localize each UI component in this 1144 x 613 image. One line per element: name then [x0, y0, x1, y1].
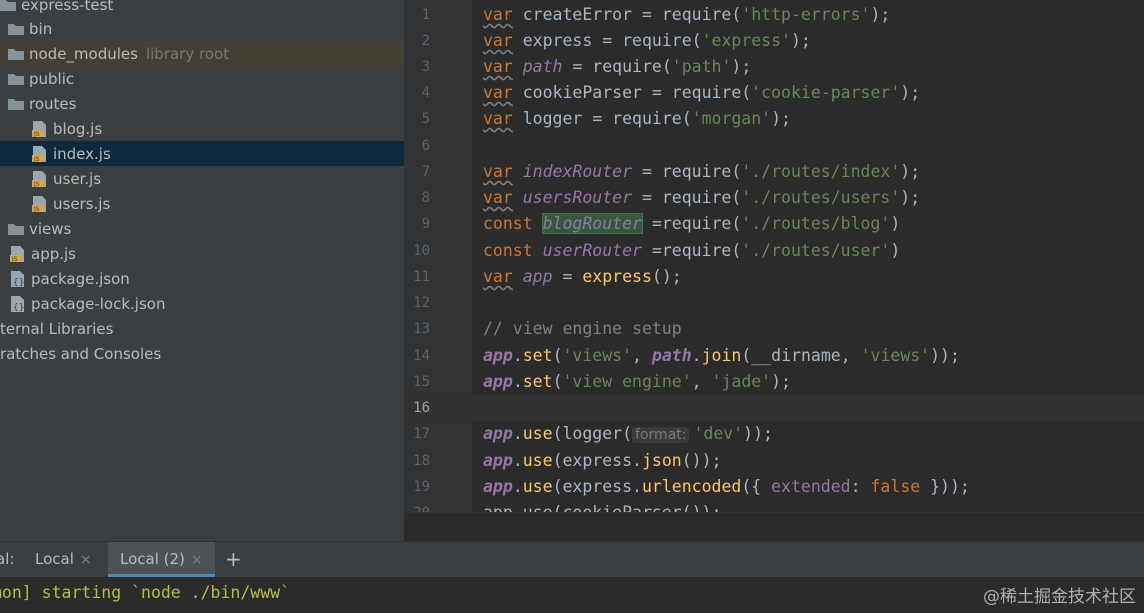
- tree-item-package-json[interactable]: {} package.json: [0, 266, 404, 291]
- code-line-17: app.use(logger(format:'dev'));: [483, 424, 773, 443]
- folder-icon: [8, 22, 24, 35]
- line-number: 9: [421, 216, 430, 232]
- folder-icon: [8, 97, 24, 110]
- tree-item-views[interactable]: views: [0, 216, 404, 241]
- line-number: 19: [413, 479, 430, 495]
- code-line-4: var cookieParser = require('cookie-parse…: [483, 83, 921, 102]
- code-line-13: // view engine setup: [483, 319, 682, 338]
- terminal-label: al:: [0, 550, 15, 568]
- line-number: 4: [421, 85, 430, 101]
- code-line-2: var express = require('express');: [483, 31, 811, 50]
- svg-text:{}: {}: [13, 278, 24, 288]
- tree-item-external-libraries[interactable]: ternal Libraries: [0, 316, 404, 341]
- add-terminal-button[interactable]: +: [225, 542, 242, 577]
- js-file-icon: JS: [30, 145, 48, 163]
- close-icon[interactable]: ×: [191, 552, 203, 568]
- line-number-gutter: 1 2 3 4 5 6 7 8 9 10 11 12 13 14 15 16 1…: [404, 0, 472, 512]
- code-line-9: const blogRouter =require('./routes/blog…: [483, 213, 901, 234]
- tree-item-users-js[interactable]: JS users.js: [0, 191, 404, 216]
- line-number: 12: [413, 295, 430, 311]
- svg-text:JS: JS: [33, 206, 40, 213]
- folder-icon: [8, 47, 24, 60]
- tab-local[interactable]: Local ×: [35, 542, 92, 577]
- line-number: 3: [421, 59, 430, 75]
- line-number: 5: [421, 111, 430, 127]
- code-line-3: var path = require('path');: [483, 57, 752, 76]
- parameter-hint: format:: [632, 427, 690, 443]
- line-number: 7: [421, 164, 430, 180]
- line-number: 10: [413, 243, 430, 259]
- watermark: @稀土掘金技术社区: [983, 587, 1136, 607]
- tree-item-node-modules[interactable]: node_modules library root: [0, 41, 404, 66]
- tree-item-app-js[interactable]: JS app.js: [0, 241, 404, 266]
- code-line-8: var usersRouter = require('./routes/user…: [483, 188, 921, 207]
- line-number: 1: [421, 7, 430, 23]
- json-file-icon: {}: [8, 270, 26, 288]
- code-line-10: const userRouter =require('./routes/user…: [483, 241, 901, 260]
- terminal-tab-bar: al: Local × Local (2) × +: [0, 541, 1144, 577]
- code-editor[interactable]: var createError = require('http-errors')…: [472, 0, 1144, 512]
- tree-item-index-js[interactable]: JS index.js: [0, 141, 404, 166]
- code-line-7: var indexRouter = require('./routes/inde…: [483, 162, 921, 181]
- svg-text:JS: JS: [33, 181, 40, 188]
- svg-text:JS: JS: [33, 156, 40, 163]
- code-line-14: app.set('views', path.join(__dirname, 'v…: [483, 346, 960, 365]
- tree-item-blog-js[interactable]: JS blog.js: [0, 116, 404, 141]
- code-line-1: var createError = require('http-errors')…: [483, 5, 891, 24]
- code-line-18: app.use(express.json());: [483, 451, 722, 470]
- terminal-output-line: mon] starting `node ./bin/www`: [0, 583, 291, 602]
- code-line-5: var logger = require('morgan');: [483, 109, 791, 128]
- line-number: 15: [413, 374, 430, 390]
- code-line-15: app.set('view engine', 'jade');: [483, 372, 791, 391]
- js-file-icon: JS: [8, 245, 26, 263]
- svg-text:JS: JS: [11, 256, 18, 263]
- js-file-icon: JS: [30, 170, 48, 188]
- tree-item-express-test[interactable]: express-test: [0, 0, 404, 17]
- tree-item-user-js[interactable]: JS user.js: [0, 166, 404, 191]
- line-number: 6: [421, 138, 430, 154]
- editor-horizontal-scrollbar-area[interactable]: [404, 512, 1144, 542]
- svg-text:JS: JS: [33, 131, 40, 138]
- js-file-icon: JS: [30, 120, 48, 138]
- library-root-note: library root: [145, 44, 230, 63]
- line-number: 18: [413, 453, 430, 469]
- tree-item-scratches-and-consoles[interactable]: ratches and Consoles: [0, 341, 404, 366]
- terminal-output[interactable]: mon] starting `node ./bin/www`: [0, 577, 1144, 613]
- line-number: 17: [413, 426, 430, 442]
- close-icon[interactable]: ×: [80, 552, 92, 568]
- line-number-current: 16: [413, 400, 430, 416]
- js-file-icon: JS: [30, 195, 48, 213]
- tree-item-routes[interactable]: routes: [0, 91, 404, 116]
- line-number: 2: [421, 33, 430, 49]
- line-number: 20: [404, 500, 430, 512]
- code-line-19: app.use(express.urlencoded({ extended: f…: [483, 477, 970, 496]
- folder-icon: [0, 0, 16, 11]
- line-number: 13: [413, 321, 430, 337]
- tree-item-bin[interactable]: bin: [0, 16, 404, 41]
- code-line-11: var app = express();: [483, 267, 682, 286]
- line-number: 11: [413, 269, 430, 285]
- svg-text:{}: {}: [13, 303, 24, 313]
- code-line-16-current: [472, 395, 1144, 421]
- tree-item-package-lock-json[interactable]: {} package-lock.json: [0, 291, 404, 316]
- folder-icon: [8, 222, 24, 235]
- json-file-icon: {}: [8, 295, 26, 313]
- folder-icon: [8, 72, 24, 85]
- project-tree: express-test bin node_modules library ro…: [0, 0, 404, 541]
- code-line-20-partial: app.use(cookieParser());: [472, 500, 1144, 512]
- line-number: 8: [421, 190, 430, 206]
- tree-item-public[interactable]: public: [0, 66, 404, 91]
- line-number: 14: [413, 348, 430, 364]
- tab-local-2[interactable]: Local (2) ×: [108, 542, 215, 577]
- highlighted-identifier: blogRouter: [541, 213, 643, 234]
